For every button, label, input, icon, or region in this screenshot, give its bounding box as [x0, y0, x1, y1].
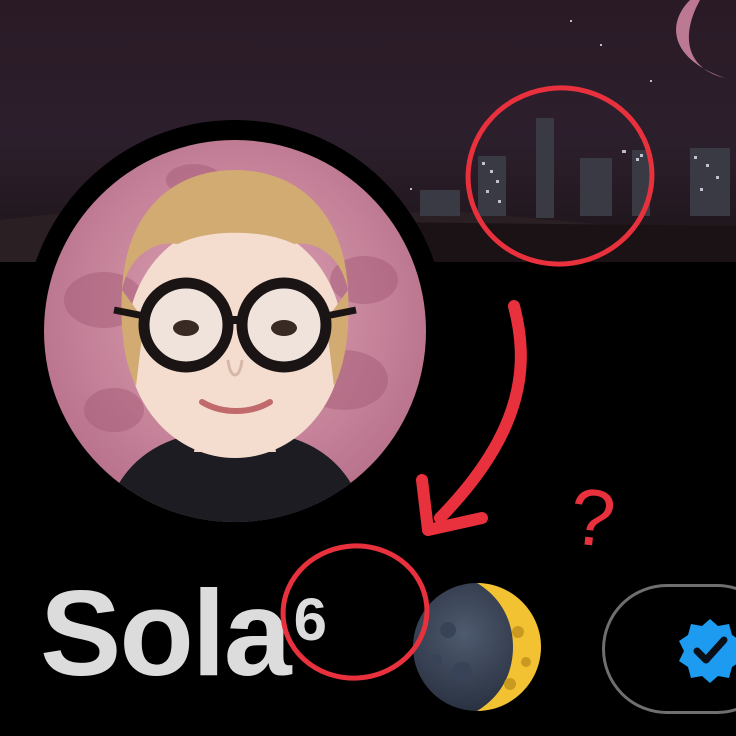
- waning-crescent-moon-icon: [413, 583, 541, 711]
- verified-button[interactable]: [602, 584, 736, 714]
- annotation-arrow-head: [416, 474, 488, 536]
- avatar-photo: [44, 140, 426, 522]
- annotation-arrow-shaft: [434, 300, 527, 524]
- name-superscript: 6: [293, 586, 328, 653]
- display-name-text: Sola: [40, 565, 292, 701]
- display-name: Sola6: [40, 572, 327, 694]
- profile-screen: Sola6 ?: [0, 0, 736, 736]
- verified-checkmark-icon: [679, 619, 736, 683]
- avatar[interactable]: [24, 120, 446, 542]
- annotation-question-mark: ?: [566, 471, 620, 564]
